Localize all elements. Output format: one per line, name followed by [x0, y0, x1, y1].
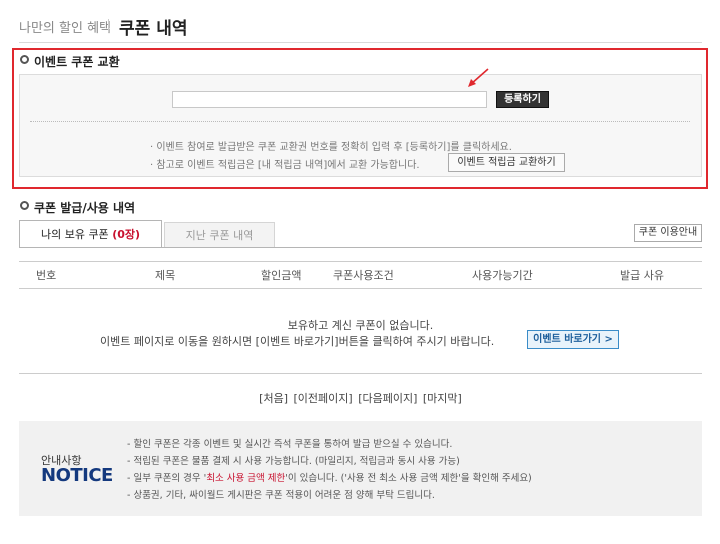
column-header-period: 사용가능기간 — [472, 269, 533, 282]
breadcrumb[interactable]: 나만의 할인 혜택 — [19, 17, 111, 36]
notice-item-4: - 상품권, 기타, 싸이월드 게시판은 쿠폰 적용이 어려운 점 양해 부탁 … — [127, 490, 435, 501]
empty-guide-text: 이벤트 페이지로 이동을 원하시면 [이벤트 바로가기]버튼을 클릭하여 주시기… — [100, 335, 495, 348]
page-title: 쿠폰 내역 — [119, 19, 188, 39]
notice-item-3-pre: - 일부 쿠폰의 경우 ' — [127, 473, 207, 484]
event-go-button[interactable]: 이벤트 바로가기 > — [527, 330, 619, 349]
notice-title: NOTICE — [41, 465, 113, 486]
notice-item-3-post: '이 있습니다. ('사용 전 최소 사용 금액 제한'을 확인해 주세요) — [285, 473, 532, 484]
pager-prev[interactable]: [이전페이지] — [294, 392, 353, 405]
coupon-count-badge: (0장) — [112, 228, 141, 241]
table-header-top-border — [19, 261, 702, 262]
pagination: [처음] [이전페이지] [다음페이지] [마지막] — [19, 390, 702, 406]
column-header-title: 제목 — [155, 269, 176, 282]
pager-last[interactable]: [마지막] — [423, 392, 462, 405]
notice-item-1: - 할인 쿠폰은 각종 이벤트 및 실시간 즉석 쿠폰을 통하여 발급 받으실 … — [127, 439, 453, 450]
tab-underline — [19, 247, 702, 248]
tab-past-coupons[interactable]: 지난 쿠폰 내역 — [164, 222, 275, 248]
column-header-discount: 할인금액 — [261, 269, 302, 282]
breadcrumb-divider — [108, 19, 109, 32]
pointer-arrow-icon — [468, 68, 489, 87]
notice-item-2: - 적립된 쿠폰은 물품 결제 시 사용 가능합니다. (마일리지, 적립금과 … — [127, 456, 460, 467]
header-divider — [19, 42, 702, 43]
section-bullet-icon — [20, 201, 29, 210]
highlight-box — [12, 48, 708, 189]
column-header-reason: 발급 사유 — [620, 269, 664, 282]
pager-next[interactable]: [다음페이지] — [358, 392, 417, 405]
table-header-bottom-border — [19, 288, 702, 289]
coupon-guide-button[interactable]: 쿠폰 이용안내 — [634, 224, 702, 242]
column-header-condition: 쿠폰사용조건 — [333, 269, 394, 282]
notice-item-3-highlight: 최소 사용 금액 제한 — [206, 473, 286, 484]
pager-first[interactable]: [처음] — [259, 392, 288, 405]
history-section-title: 쿠폰 발급/사용 내역 — [34, 201, 136, 215]
tab-my-coupons[interactable]: 나의 보유 쿠폰 (0장) — [19, 220, 162, 248]
tab-my-coupons-label: 나의 보유 쿠폰 — [40, 228, 109, 241]
column-header-number: 번호 — [36, 269, 57, 282]
notice-item-3: - 일부 쿠폰의 경우 '최소 사용 금액 제한'이 있습니다. ('사용 전 … — [127, 470, 532, 484]
table-bottom-border — [19, 373, 702, 374]
